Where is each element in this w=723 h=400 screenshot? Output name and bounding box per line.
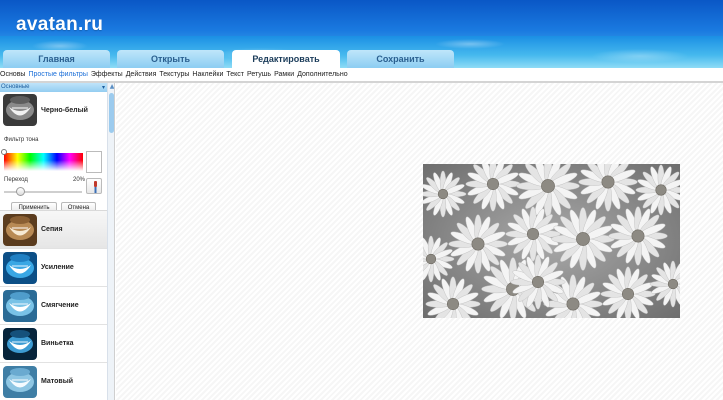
filter-label: Виньетка — [41, 340, 74, 347]
tab-edit[interactable]: Редактировать — [232, 50, 340, 68]
category-label: Основные — [1, 84, 30, 90]
tone-filter-label: Фильтр тона — [4, 137, 39, 143]
flower-center — [471, 237, 485, 251]
tone-color-picker[interactable] — [4, 153, 83, 171]
submenu-textures[interactable]: Текстуры — [159, 71, 189, 78]
sepia-thumbnail — [3, 213, 37, 246]
site-logo[interactable]: avatan.ru — [16, 14, 103, 36]
flower-center — [541, 179, 555, 193]
filter-bw[interactable]: Черно-белый — [0, 92, 107, 128]
panel-scrollbar[interactable]: ▲ — [107, 83, 114, 400]
matte-thumbnail — [3, 365, 37, 398]
tab-open[interactable]: Открыть — [117, 50, 224, 68]
tab-save[interactable]: Сохранить — [347, 50, 454, 68]
flower-center — [526, 227, 540, 241]
filter-vignette[interactable]: Виньетка — [0, 325, 107, 363]
filter-label: Смягчение — [41, 302, 79, 309]
submenu-effects[interactable]: Эффекты — [91, 71, 123, 78]
filter-matte[interactable]: Матовый — [0, 363, 107, 400]
flower-center — [667, 278, 679, 290]
scrollbar-thumb[interactable] — [109, 93, 114, 133]
filter-label: Черно-белый — [41, 106, 88, 114]
transition-label: Переход — [4, 177, 28, 183]
flower-center — [621, 287, 635, 301]
edit-canvas[interactable] — [116, 83, 723, 400]
scroll-up-arrow-icon[interactable]: ▲ — [109, 83, 114, 90]
category-header[interactable]: Основные ▾ — [0, 83, 107, 92]
submenu-basics[interactable]: Основы — [0, 71, 25, 78]
filter-label: Усиление — [41, 264, 74, 271]
flower-center — [446, 297, 460, 311]
submenu-simple-filters[interactable]: Простые фильтры — [28, 71, 87, 78]
flower-center — [601, 175, 615, 189]
submenu-frames[interactable]: Рамки — [274, 71, 294, 78]
submenu-stickers[interactable]: Наклейки — [192, 71, 223, 78]
flower-center — [631, 229, 645, 243]
transition-value: 20% — [73, 177, 86, 183]
bw-filter-settings: Черно-белый Фильтр тона Переход 20% Прим… — [0, 92, 107, 214]
top-banner: avatan.ru Главная Открыть Редактировать … — [0, 0, 723, 68]
soften-thumbnail — [3, 289, 37, 322]
edit-submenu: Основы Простые фильтры Эффекты Действия … — [0, 68, 723, 80]
edited-photo[interactable] — [423, 164, 680, 318]
flower-center — [425, 253, 437, 265]
filter-enhance[interactable]: Усиление — [0, 249, 107, 287]
bw-thumbnail — [3, 94, 37, 126]
filter-soften[interactable]: Смягчение — [0, 287, 107, 325]
flower-center — [531, 275, 545, 289]
eyedropper-button[interactable] — [86, 178, 102, 194]
daisies-image — [423, 164, 680, 318]
eyedropper-icon — [94, 181, 97, 193]
transition-slider-handle[interactable] — [15, 187, 25, 196]
tab-home[interactable]: Главная — [3, 50, 110, 68]
filter-sepia[interactable]: Сепия — [0, 211, 107, 249]
submenu-retouch[interactable]: Ретушь — [247, 71, 271, 78]
flower-center — [566, 297, 580, 311]
vignette-thumbnail — [3, 327, 37, 360]
submenu-text[interactable]: Текст — [226, 71, 244, 78]
submenu-more[interactable]: Дополнительно — [297, 71, 347, 78]
flower-center — [437, 188, 449, 200]
tone-picker-handle[interactable] — [1, 149, 7, 155]
filters-panel: Основные ▾ Черно-белый Фильтр тона Перех… — [0, 83, 115, 400]
enhance-thumbnail — [3, 251, 37, 284]
filter-label: Матовый — [41, 378, 74, 385]
selected-color-swatch[interactable] — [86, 151, 102, 173]
flower-center — [655, 184, 667, 196]
submenu-actions[interactable]: Действия — [126, 71, 157, 78]
flower-center — [486, 177, 500, 191]
filter-label: Сепия — [41, 226, 63, 233]
flower-center — [576, 232, 590, 246]
